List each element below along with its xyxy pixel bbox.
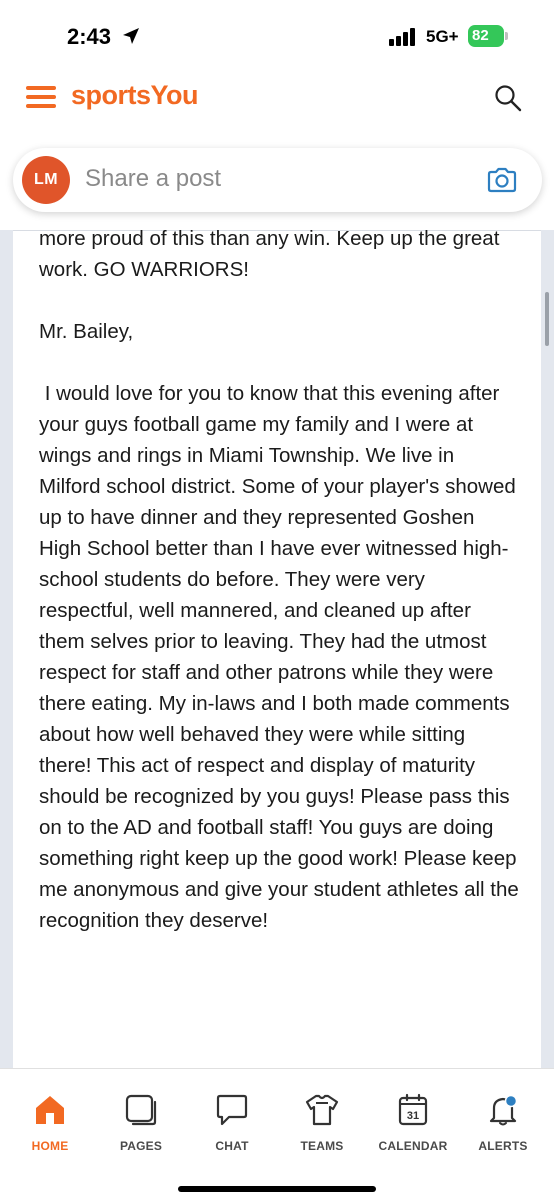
camera-icon[interactable] [486,166,518,194]
alerts-icon [489,1094,518,1126]
calendar-icon: 31 [398,1093,428,1126]
share-post-section: LM Share a post [0,136,554,230]
tab-label: CHAT [215,1139,249,1153]
hamburger-menu-icon[interactable] [26,86,56,110]
share-post-bar[interactable]: LM Share a post [13,148,542,212]
tab-pages[interactable]: PAGES [95,1093,187,1163]
tab-label: HOME [31,1139,69,1153]
tab-teams[interactable]: TEAMS [276,1093,368,1163]
home-indicator[interactable] [178,1186,376,1192]
chat-icon [216,1094,248,1126]
post-body: more proud of this than any win. Keep up… [39,230,519,936]
status-bar: 2:43 5G+ 82 [0,0,554,74]
post-card: more proud of this than any win. Keep up… [13,230,541,1068]
scrollbar[interactable] [545,292,549,346]
status-time: 2:43 [67,24,112,49]
search-icon[interactable] [494,84,522,112]
share-post-input[interactable]: Share a post [85,165,465,193]
tab-label: CALENDAR [378,1139,448,1153]
cellular-signal-icon [389,28,415,46]
battery-level: 82 [468,25,504,47]
brand-logo: sportsYou [71,80,199,110]
tab-calendar[interactable]: 31 CALENDAR [367,1093,459,1163]
avatar[interactable]: LM [22,156,70,204]
calendar-day-number: 31 [407,1110,419,1122]
tab-chat[interactable]: CHAT [186,1093,278,1163]
post-paragraph: Mr. Bailey, [39,320,134,343]
post-paragraph: more proud of this than any win. Keep up… [39,230,500,281]
network-type: 5G+ [426,27,459,46]
bottom-tab-bar: HOME PAGES CHAT TEAMS 31 CALENDAR ALERTS [0,1068,554,1200]
app-header: sportsYou [0,74,554,136]
post-paragraph: I would love for you to know that this e… [39,382,525,932]
home-icon [36,1096,64,1124]
feed[interactable]: more proud of this than any win. Keep up… [0,230,554,1068]
teams-icon [305,1094,339,1126]
tab-home[interactable]: HOME [4,1093,96,1163]
tab-label: TEAMS [300,1139,344,1153]
battery-icon: 82 [468,25,509,47]
tab-label: PAGES [119,1139,163,1153]
pages-icon [125,1094,157,1126]
location-arrow-icon [123,28,139,44]
tab-alerts[interactable]: ALERTS [457,1093,549,1163]
tab-label: ALERTS [478,1139,528,1153]
